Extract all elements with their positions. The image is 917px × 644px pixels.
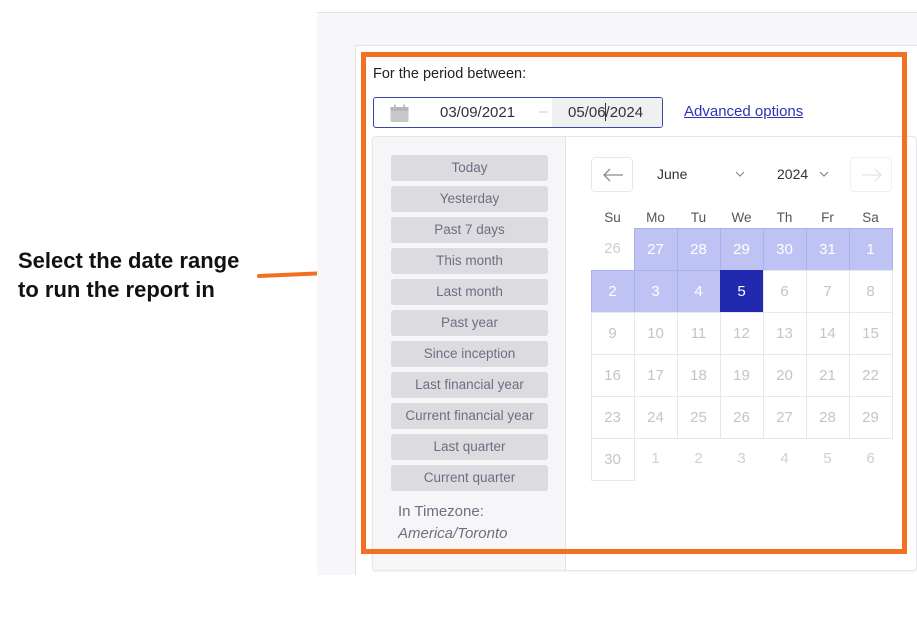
- calendar-day-in-range[interactable]: 4: [676, 269, 721, 313]
- preset-yesterday[interactable]: Yesterday: [391, 186, 548, 212]
- calendar-day[interactable]: 2: [677, 438, 720, 480]
- preset-sidebar: Today Yesterday Past 7 days This month L…: [373, 137, 566, 570]
- advanced-options-link[interactable]: Advanced options: [684, 103, 803, 120]
- timezone-value: America/Toronto: [398, 525, 508, 542]
- calendar-day[interactable]: 26: [719, 395, 764, 439]
- weekday-header: Th: [776, 210, 793, 225]
- weekday-header: Sa: [862, 210, 879, 225]
- calendar-day-in-range[interactable]: 27: [633, 227, 678, 271]
- calendar-day[interactable]: 12: [719, 311, 764, 355]
- calendar-day-in-range[interactable]: 28: [676, 227, 721, 271]
- period-label: For the period between:: [373, 66, 527, 82]
- calendar-day[interactable]: 6: [762, 269, 807, 313]
- calendar-day[interactable]: 11: [676, 311, 721, 355]
- weekday-header: We: [731, 210, 752, 225]
- text-cursor: [605, 103, 606, 121]
- calendar-day[interactable]: 28: [805, 395, 850, 439]
- calendar-day-selected[interactable]: 5: [719, 269, 764, 313]
- weekday-header: Su: [604, 210, 621, 225]
- preset-since-inception[interactable]: Since inception: [391, 341, 548, 367]
- calendar-icon: [390, 104, 409, 122]
- prev-month-button[interactable]: [591, 157, 633, 192]
- calendar-day[interactable]: 4: [763, 438, 806, 480]
- calendar-day[interactable]: 14: [805, 311, 850, 355]
- calendar-day[interactable]: 18: [676, 353, 721, 397]
- calendar-day[interactable]: 27: [762, 395, 807, 439]
- annotation-line-2: to run the report in: [18, 277, 215, 302]
- calendar-day[interactable]: 26: [591, 228, 634, 270]
- calendar-day[interactable]: 7: [805, 269, 850, 313]
- calendar-day[interactable]: 21: [805, 353, 850, 397]
- year-select[interactable]: 2024: [777, 166, 808, 182]
- calendar-day[interactable]: 25: [676, 395, 721, 439]
- calendar-day[interactable]: 30: [590, 437, 635, 481]
- preset-last-month[interactable]: Last month: [391, 279, 548, 305]
- calendar-day[interactable]: 29: [848, 395, 893, 439]
- month-select[interactable]: June: [657, 166, 687, 182]
- timezone-label: In Timezone:: [398, 503, 484, 520]
- calendar-day-in-range[interactable]: 3: [633, 269, 678, 313]
- calendar-day[interactable]: 9: [590, 311, 635, 355]
- calendar-day[interactable]: 22: [848, 353, 893, 397]
- preset-last-financial-year[interactable]: Last financial year: [391, 372, 548, 398]
- calendar-day-in-range[interactable]: 31: [805, 227, 850, 271]
- calendar-day-in-range[interactable]: 2: [590, 269, 635, 313]
- chevron-down-icon: [735, 171, 745, 177]
- weekday-header: Fr: [821, 210, 834, 225]
- weekday-header: Mo: [646, 210, 665, 225]
- calendar-day-in-range[interactable]: 30: [762, 227, 807, 271]
- start-date-field[interactable]: 03/09/2021: [440, 104, 515, 121]
- next-month-button[interactable]: [850, 157, 892, 192]
- calendar-day[interactable]: 19: [719, 353, 764, 397]
- date-range-input[interactable]: 03/09/2021 – 05/06/2024: [373, 97, 663, 128]
- preset-last-quarter[interactable]: Last quarter: [391, 434, 548, 460]
- calendar-day[interactable]: 15: [848, 311, 893, 355]
- calendar-day[interactable]: 6: [849, 438, 892, 480]
- calendar-day[interactable]: 3: [720, 438, 763, 480]
- chevron-down-icon: [819, 171, 829, 177]
- calendar-day[interactable]: 17: [633, 353, 678, 397]
- preset-past-7-days[interactable]: Past 7 days: [391, 217, 548, 243]
- annotation-callout: Select the date range to run the report …: [18, 246, 239, 304]
- weekday-header: Tu: [690, 210, 707, 225]
- calendar-day[interactable]: 16: [590, 353, 635, 397]
- calendar-day[interactable]: 5: [806, 438, 849, 480]
- date-separator: –: [539, 103, 548, 120]
- calendar-day[interactable]: 10: [633, 311, 678, 355]
- calendar-day-in-range[interactable]: 29: [719, 227, 764, 271]
- calendar-day[interactable]: 24: [633, 395, 678, 439]
- preset-current-quarter[interactable]: Current quarter: [391, 465, 548, 491]
- end-date-field[interactable]: 05/06/2024: [552, 98, 662, 127]
- calendar-day[interactable]: 1: [634, 438, 677, 480]
- calendar-day[interactable]: 8: [848, 269, 893, 313]
- calendar-day-in-range[interactable]: 1: [848, 227, 893, 271]
- preset-this-month[interactable]: This month: [391, 248, 548, 274]
- arrow-right-icon: [862, 168, 882, 182]
- annotation-line-1: Select the date range: [18, 248, 240, 273]
- preset-current-financial-year[interactable]: Current financial year: [391, 403, 548, 429]
- calendar-day[interactable]: 23: [590, 395, 635, 439]
- calendar-day[interactable]: 13: [762, 311, 807, 355]
- calendar-day[interactable]: 20: [762, 353, 807, 397]
- preset-today[interactable]: Today: [391, 155, 548, 181]
- preset-past-year[interactable]: Past year: [391, 310, 548, 336]
- arrow-left-icon: [603, 168, 623, 182]
